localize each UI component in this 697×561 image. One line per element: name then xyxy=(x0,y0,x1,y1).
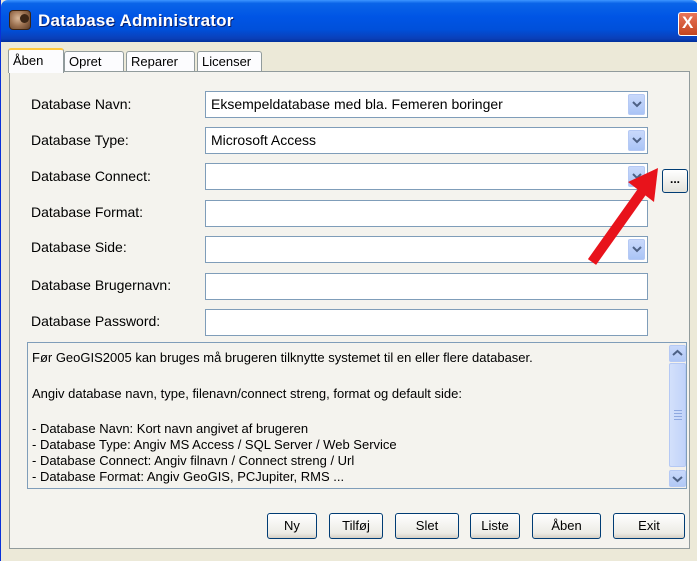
database-password-input[interactable] xyxy=(205,309,648,336)
help-scrollbar[interactable] xyxy=(669,343,686,488)
database-side-label: Database Side: xyxy=(31,239,127,255)
database-connect-select[interactable] xyxy=(205,163,648,190)
help-line: - Database Format: Angiv GeoGIS, PCJupit… xyxy=(32,469,345,484)
help-text-box[interactable]: Før GeoGIS2005 kan bruges må brugeren ti… xyxy=(27,342,687,489)
browse-button[interactable]: ... xyxy=(662,169,688,193)
help-line: - Database Connect: Angiv filnavn / Conn… xyxy=(32,453,355,468)
database-name-select[interactable]: Eksempeldatabase med bla. Femeren boring… xyxy=(205,91,648,118)
chevron-down-icon xyxy=(632,101,642,108)
chevron-up-icon xyxy=(672,349,683,356)
chevron-down-icon xyxy=(632,137,642,144)
database-type-dropdown-button[interactable] xyxy=(628,130,645,151)
help-line: - Database Navn: Kort navn angivet af br… xyxy=(32,421,309,436)
database-format-label: Database Format: xyxy=(31,204,144,220)
scroll-up-button[interactable] xyxy=(669,345,686,362)
database-name-label: Database Navn: xyxy=(31,96,132,112)
database-password-label: Database Password: xyxy=(31,313,161,329)
grip-line xyxy=(674,416,682,417)
database-type-select[interactable]: Microsoft Access xyxy=(205,127,648,154)
new-button[interactable]: Ny xyxy=(267,513,317,539)
tab-opret[interactable]: Opret xyxy=(64,51,124,72)
scroll-down-button[interactable] xyxy=(669,470,686,487)
grip-line xyxy=(674,410,682,411)
app-icon[interactable] xyxy=(9,10,31,30)
delete-button[interactable]: Slet xyxy=(395,513,459,539)
help-line: Angiv database navn, type, filenavn/conn… xyxy=(32,386,462,401)
exit-button[interactable]: Exit xyxy=(613,513,685,539)
database-side-select[interactable] xyxy=(205,236,648,263)
grip-line xyxy=(674,419,682,420)
help-line: Før GeoGIS2005 kan bruges må brugeren ti… xyxy=(32,350,533,365)
help-line: - Database Type: Angiv MS Access / SQL S… xyxy=(32,437,397,452)
database-connect-label: Database Connect: xyxy=(31,168,151,184)
open-button[interactable]: Åben xyxy=(532,513,601,539)
list-button[interactable]: Liste xyxy=(470,513,520,539)
title-bar[interactable]: Database Administrator X xyxy=(1,0,697,42)
chevron-down-icon xyxy=(672,476,683,483)
database-username-input[interactable] xyxy=(205,273,648,300)
add-button[interactable]: Tilføj xyxy=(329,513,383,539)
database-name-dropdown-button[interactable] xyxy=(628,94,645,115)
database-type-label: Database Type: xyxy=(31,132,129,148)
annotation-arrow-icon xyxy=(587,168,658,265)
database-format-input[interactable] xyxy=(205,200,648,227)
scroll-thumb[interactable] xyxy=(669,363,686,467)
window-title: Database Administrator xyxy=(38,11,234,30)
close-button[interactable]: X xyxy=(678,12,697,36)
tab-reparer[interactable]: Reparer xyxy=(126,51,195,72)
grip-line xyxy=(674,413,682,414)
database-type-value: Microsoft Access xyxy=(211,132,317,148)
tab-licenser[interactable]: Licenser xyxy=(197,51,262,72)
tab-aaben[interactable]: Åben xyxy=(8,48,64,73)
database-name-value: Eksempeldatabase med bla. Femeren boring… xyxy=(211,96,503,112)
database-administrator-window: Database Administrator X Åben Opret Repa… xyxy=(0,0,697,561)
database-username-label: Database Brugernavn: xyxy=(31,277,172,293)
